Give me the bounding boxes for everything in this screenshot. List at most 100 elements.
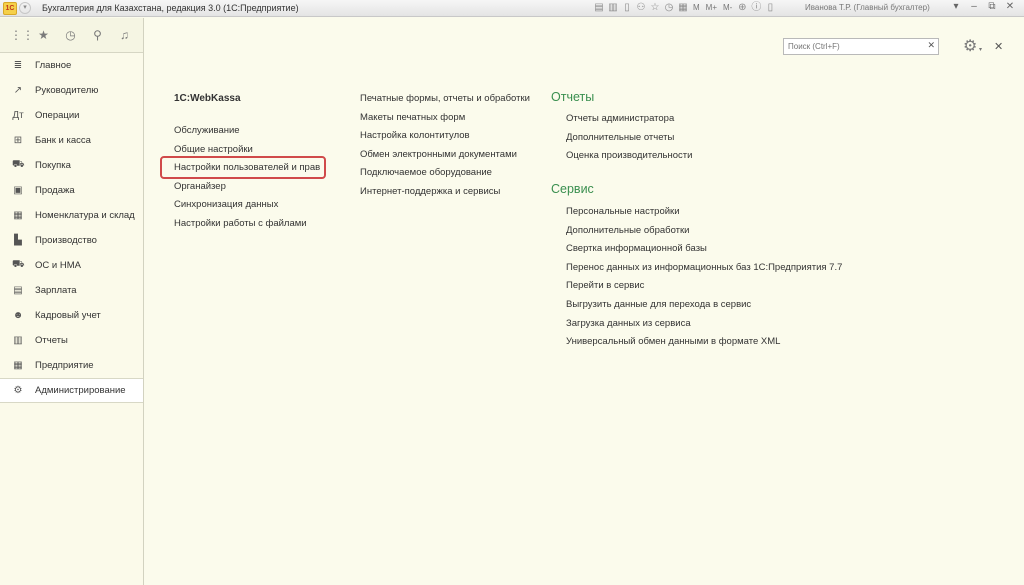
print-icon[interactable]: ▥ [607,2,619,14]
sidebar-item-label: Отчеты [35,335,68,346]
sidebar-item[interactable]: ⊞ Банк и касса [0,128,143,153]
section-icon: ⊞ [13,135,23,146]
sidebar-item-label: Руководителю [35,85,99,96]
reports-group-title: Отчеты [551,90,595,104]
nav-link[interactable]: Интернет-поддержка и сервисы [360,186,500,197]
sidebar-item[interactable]: ▤ Зарплата [0,278,143,303]
section-icon: ▤ [13,285,23,296]
section-icon: ⚙ [13,385,23,396]
restore-icon[interactable]: ⧉ [986,1,998,12]
service-group-title: Сервис [551,182,594,196]
nav-link[interactable]: Выгрузить данные для перехода в сервис [566,299,751,310]
search-input[interactable] [784,39,922,54]
memory-plus-button[interactable]: M+ [704,2,719,14]
minimize-icon[interactable]: – [968,1,980,12]
main-menu-chevron-icon[interactable]: ▾ [19,2,31,14]
section-icon: ⛟ [12,159,25,170]
sidebar-item[interactable]: ▙ Производство [0,228,143,253]
favorites-icon[interactable]: ☆ [649,2,661,14]
search-box[interactable]: ✕ [783,38,939,55]
app-logo-icon: 1С [3,2,17,15]
nav-link[interactable]: Синхронизация данных [174,199,278,210]
settings-chevron-icon[interactable]: ▾ [979,46,982,53]
nav-link[interactable]: Обмен электронными документами [360,149,517,160]
sidebar-item[interactable]: ☻ Кадровый учет [0,303,143,328]
titlebar-toolbar: ▤ ▥ ▯ ⚇ ☆ ◷ ▦ M M+ M- ⊕ ⓘ ▯ [593,2,776,14]
section-icon: ▙ [14,235,22,246]
apps-grid-icon[interactable]: ⋮⋮ [10,28,34,42]
nav-link[interactable]: Настройка колонтитулов [360,130,470,141]
section-icon: Дт [12,110,24,121]
section-icon: ▦ [13,210,23,221]
close-panel-icon[interactable]: ✕ [994,40,1003,53]
preview-icon[interactable]: ▯ [621,2,633,14]
sidebar-item-label: Продажа [35,185,75,196]
nav-link[interactable]: Персональные настройки [566,206,680,217]
history-icon[interactable]: ◷ [64,28,77,42]
sidebar-item[interactable]: ⛟ Покупка [0,153,143,178]
sidebar-item[interactable]: ≣ Главное [0,53,143,78]
sidebar-item[interactable]: ▦ Номенклатура и склад [0,203,143,228]
section-icon: ☻ [12,310,24,321]
info-icon[interactable]: ⓘ [750,2,762,14]
window-title: Бухгалтерия для Казахстана, редакция 3.0… [42,3,299,13]
nav-link[interactable]: Органайзер [174,181,226,192]
nav-link[interactable]: Печатные формы, отчеты и обработки [360,93,530,104]
sidebar-item[interactable]: ⚙ Администрирование [0,378,143,403]
sidebar-item[interactable]: ⛟ ОС и НМА [0,253,143,278]
sidebar-item[interactable]: ▥ Отчеты [0,328,143,353]
calc-icon[interactable]: ▦ [677,2,689,14]
user-icon[interactable]: ▯ [764,2,776,14]
current-user[interactable]: Иванова Т.Р. (Главный бухгалтер) [805,3,930,12]
sidebar-item-label: Зарплата [35,285,77,296]
webkassa-heading: 1C:WebKassa [174,93,241,104]
settings-gear-icon[interactable]: ⚙ [963,36,977,56]
close-window-icon[interactable]: ✕ [1004,1,1016,12]
search-icon[interactable]: ⚲ [91,28,104,42]
history-icon[interactable]: ◷ [663,2,675,14]
section-icon: ⛟ [12,259,25,270]
section-icon: ▣ [13,185,23,196]
sidebar-item[interactable]: ↗ Руководителю [0,78,143,103]
sidebar-item[interactable]: ▣ Продажа [0,178,143,203]
sidebar-item-label: Покупка [35,160,71,171]
zoom-icon[interactable]: ⊕ [736,2,748,14]
sidebar-item-label: Администрирование [35,385,126,396]
memory-minus-button[interactable]: M- [721,2,734,14]
nav-link[interactable]: Перенос данных из информационных баз 1С:… [566,262,842,273]
sidebar-item-label: Номенклатура и склад [35,210,135,221]
clear-search-icon[interactable]: ✕ [927,40,935,51]
nav-link[interactable]: Дополнительные отчеты [566,132,674,143]
section-icon: ≣ [13,60,23,71]
highlight-frame [160,156,326,179]
nav-link[interactable]: Перейти в сервис [566,280,644,291]
star-icon[interactable]: ★ [37,28,50,42]
nav-link[interactable]: Настройки работы с файлами [174,218,307,229]
save-icon[interactable]: ▤ [593,2,605,14]
nav-link[interactable]: Макеты печатных форм [360,112,465,123]
nav-link[interactable]: Универсальный обмен данными в формате XM… [566,336,780,347]
sidebar-item-label: ОС и НМА [35,260,81,271]
sidebar-item-label: Кадровый учет [35,310,101,321]
window-controls: ▾ – ⧉ ✕ [950,1,1016,12]
section-icon: ▥ [13,335,23,346]
sidebar-item[interactable]: Дт Операции [0,103,143,128]
administration-panel: ✕ ⚙ ▾ ✕ 1C:WebKassa Обслуживание Общие на… [145,18,1024,585]
nav-link[interactable]: Дополнительные обработки [566,225,689,236]
memory-button[interactable]: M [691,2,702,14]
nav-link[interactable]: Загрузка данных из сервиса [566,318,691,329]
sidebar-item-label: Производство [35,235,97,246]
sidebar-item[interactable]: ▦ Предприятие [0,353,143,378]
bell-icon[interactable]: ♫ [118,28,131,42]
nav-link[interactable]: Свертка информационной базы [566,243,707,254]
nav-link[interactable]: Обслуживание [174,125,240,136]
nav-link[interactable]: Отчеты администратора [566,113,674,124]
sidebar-item-label: Операции [35,110,80,121]
help-icon[interactable]: ▾ [950,1,962,12]
link-icon[interactable]: ⚇ [635,2,647,14]
nav-link[interactable]: Общие настройки [174,144,253,155]
sidebar-toolbar: ⋮⋮ ★ ◷ ⚲ ♫ [0,18,143,53]
nav-link[interactable]: Оценка производительности [566,150,692,161]
nav-link[interactable]: Подключаемое оборудование [360,167,492,178]
section-icon: ▦ [13,360,23,371]
